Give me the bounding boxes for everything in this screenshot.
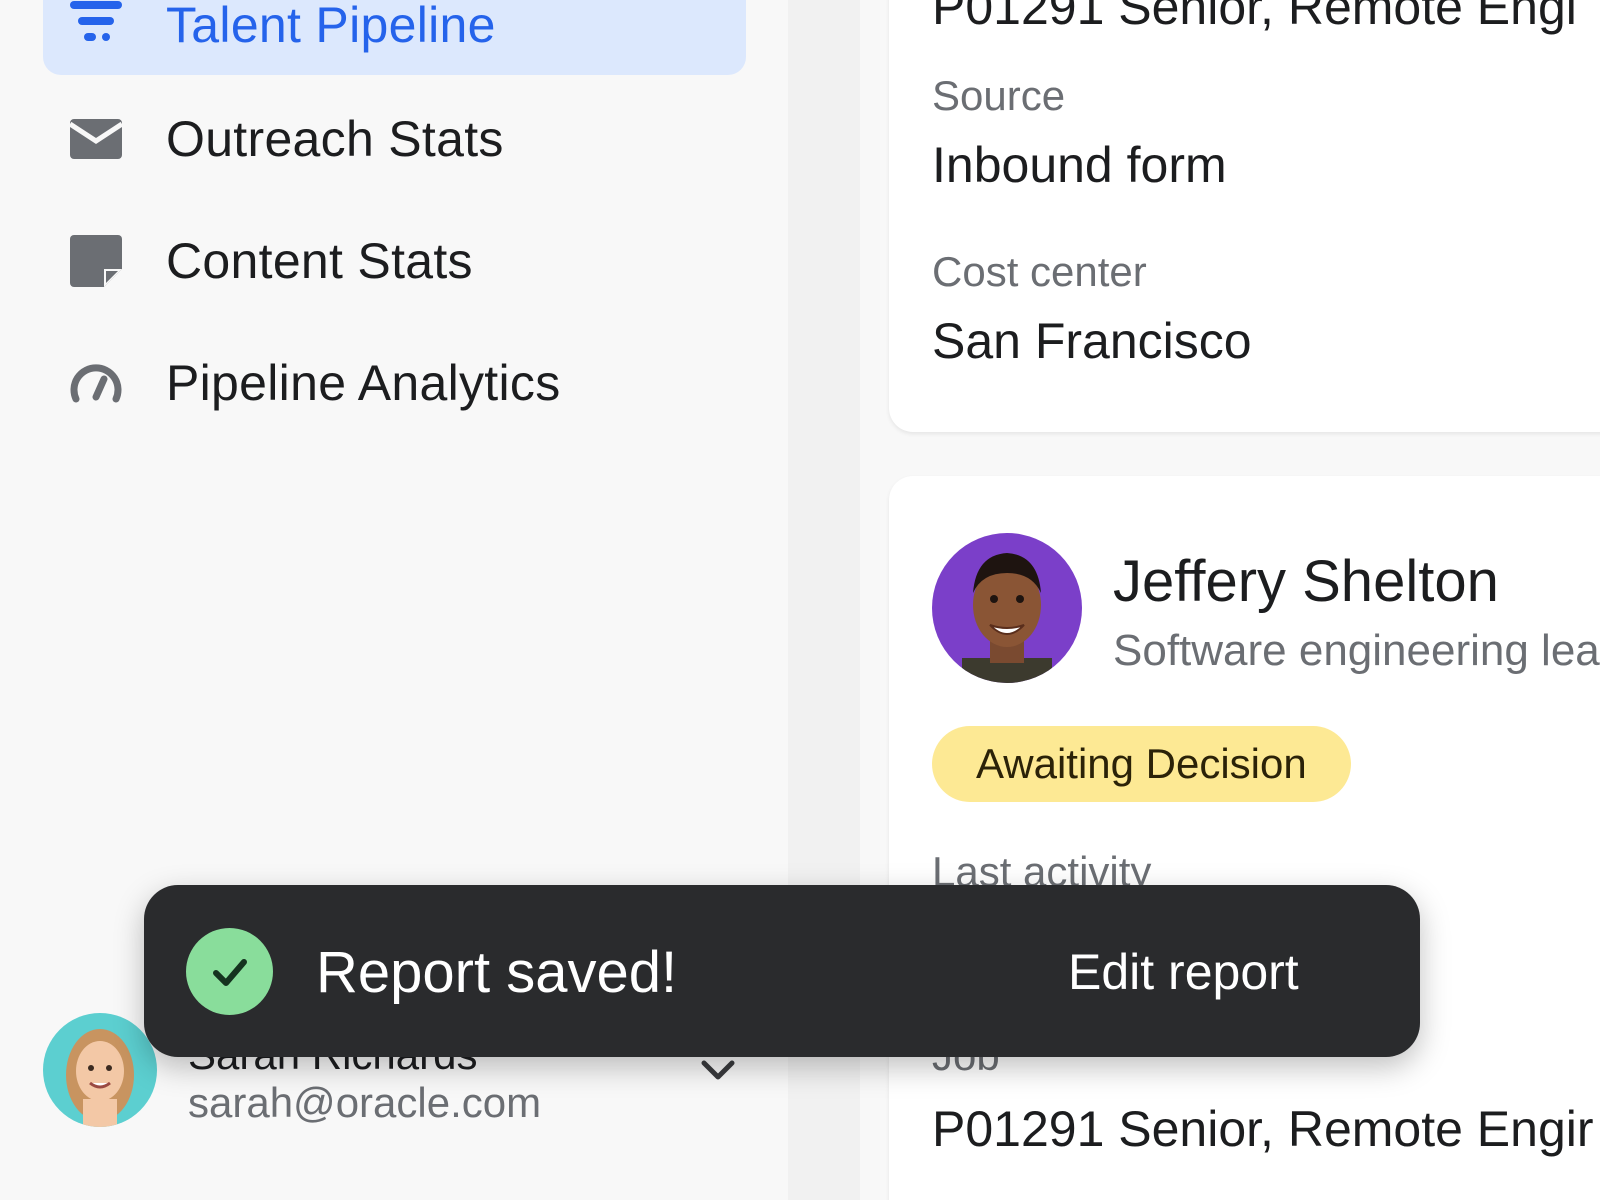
gauge-icon	[68, 355, 124, 411]
sidebar-item-label: Talent Pipeline	[166, 0, 496, 53]
toast-notification: Report saved! Edit report	[144, 885, 1420, 1057]
cost-center-value: San Francisco	[932, 313, 1252, 369]
sidebar-item-label: Pipeline Analytics	[166, 355, 561, 411]
candidate-avatar	[932, 533, 1082, 683]
toast-message: Report saved!	[316, 940, 678, 1005]
status-badge: Awaiting Decision	[932, 726, 1351, 802]
sidebar-item-content-stats[interactable]: Content Stats	[43, 211, 746, 311]
sidebar-item-pipeline-analytics[interactable]: Pipeline Analytics	[43, 333, 746, 433]
account-email: sarah@oracle.com	[188, 1079, 542, 1126]
sidebar-item-label: Content Stats	[166, 233, 473, 289]
filter-lines-icon	[68, 0, 124, 53]
sidebar-item-label: Outreach Stats	[166, 111, 504, 167]
sticky-note-icon	[68, 233, 124, 289]
envelope-icon	[68, 111, 124, 167]
source-value: Inbound form	[932, 137, 1227, 193]
sidebar-item-outreach-stats[interactable]: Outreach Stats	[43, 89, 746, 189]
candidate-card[interactable]: Jeffery Shelton Software engineering lea…	[889, 476, 1600, 1200]
details-card: P01291 Senior, Remote Engi Source Inboun…	[889, 0, 1600, 432]
source-label: Source	[932, 72, 1066, 119]
chevron-down-icon[interactable]	[698, 1055, 738, 1085]
cost-center-label: Cost center	[932, 248, 1147, 295]
job-heading: P01291 Senior, Remote Engi	[932, 0, 1577, 35]
candidate-name: Jeffery Shelton	[1113, 549, 1499, 614]
edit-report-button[interactable]: Edit report	[1068, 943, 1299, 1001]
avatar	[43, 1013, 157, 1127]
sidebar-item-talent-pipeline[interactable]: Talent Pipeline	[43, 0, 746, 75]
job-value: P01291 Senior, Remote Engir	[932, 1101, 1594, 1157]
check-circle-icon	[186, 928, 273, 1015]
candidate-title: Software engineering lea	[1113, 626, 1600, 675]
